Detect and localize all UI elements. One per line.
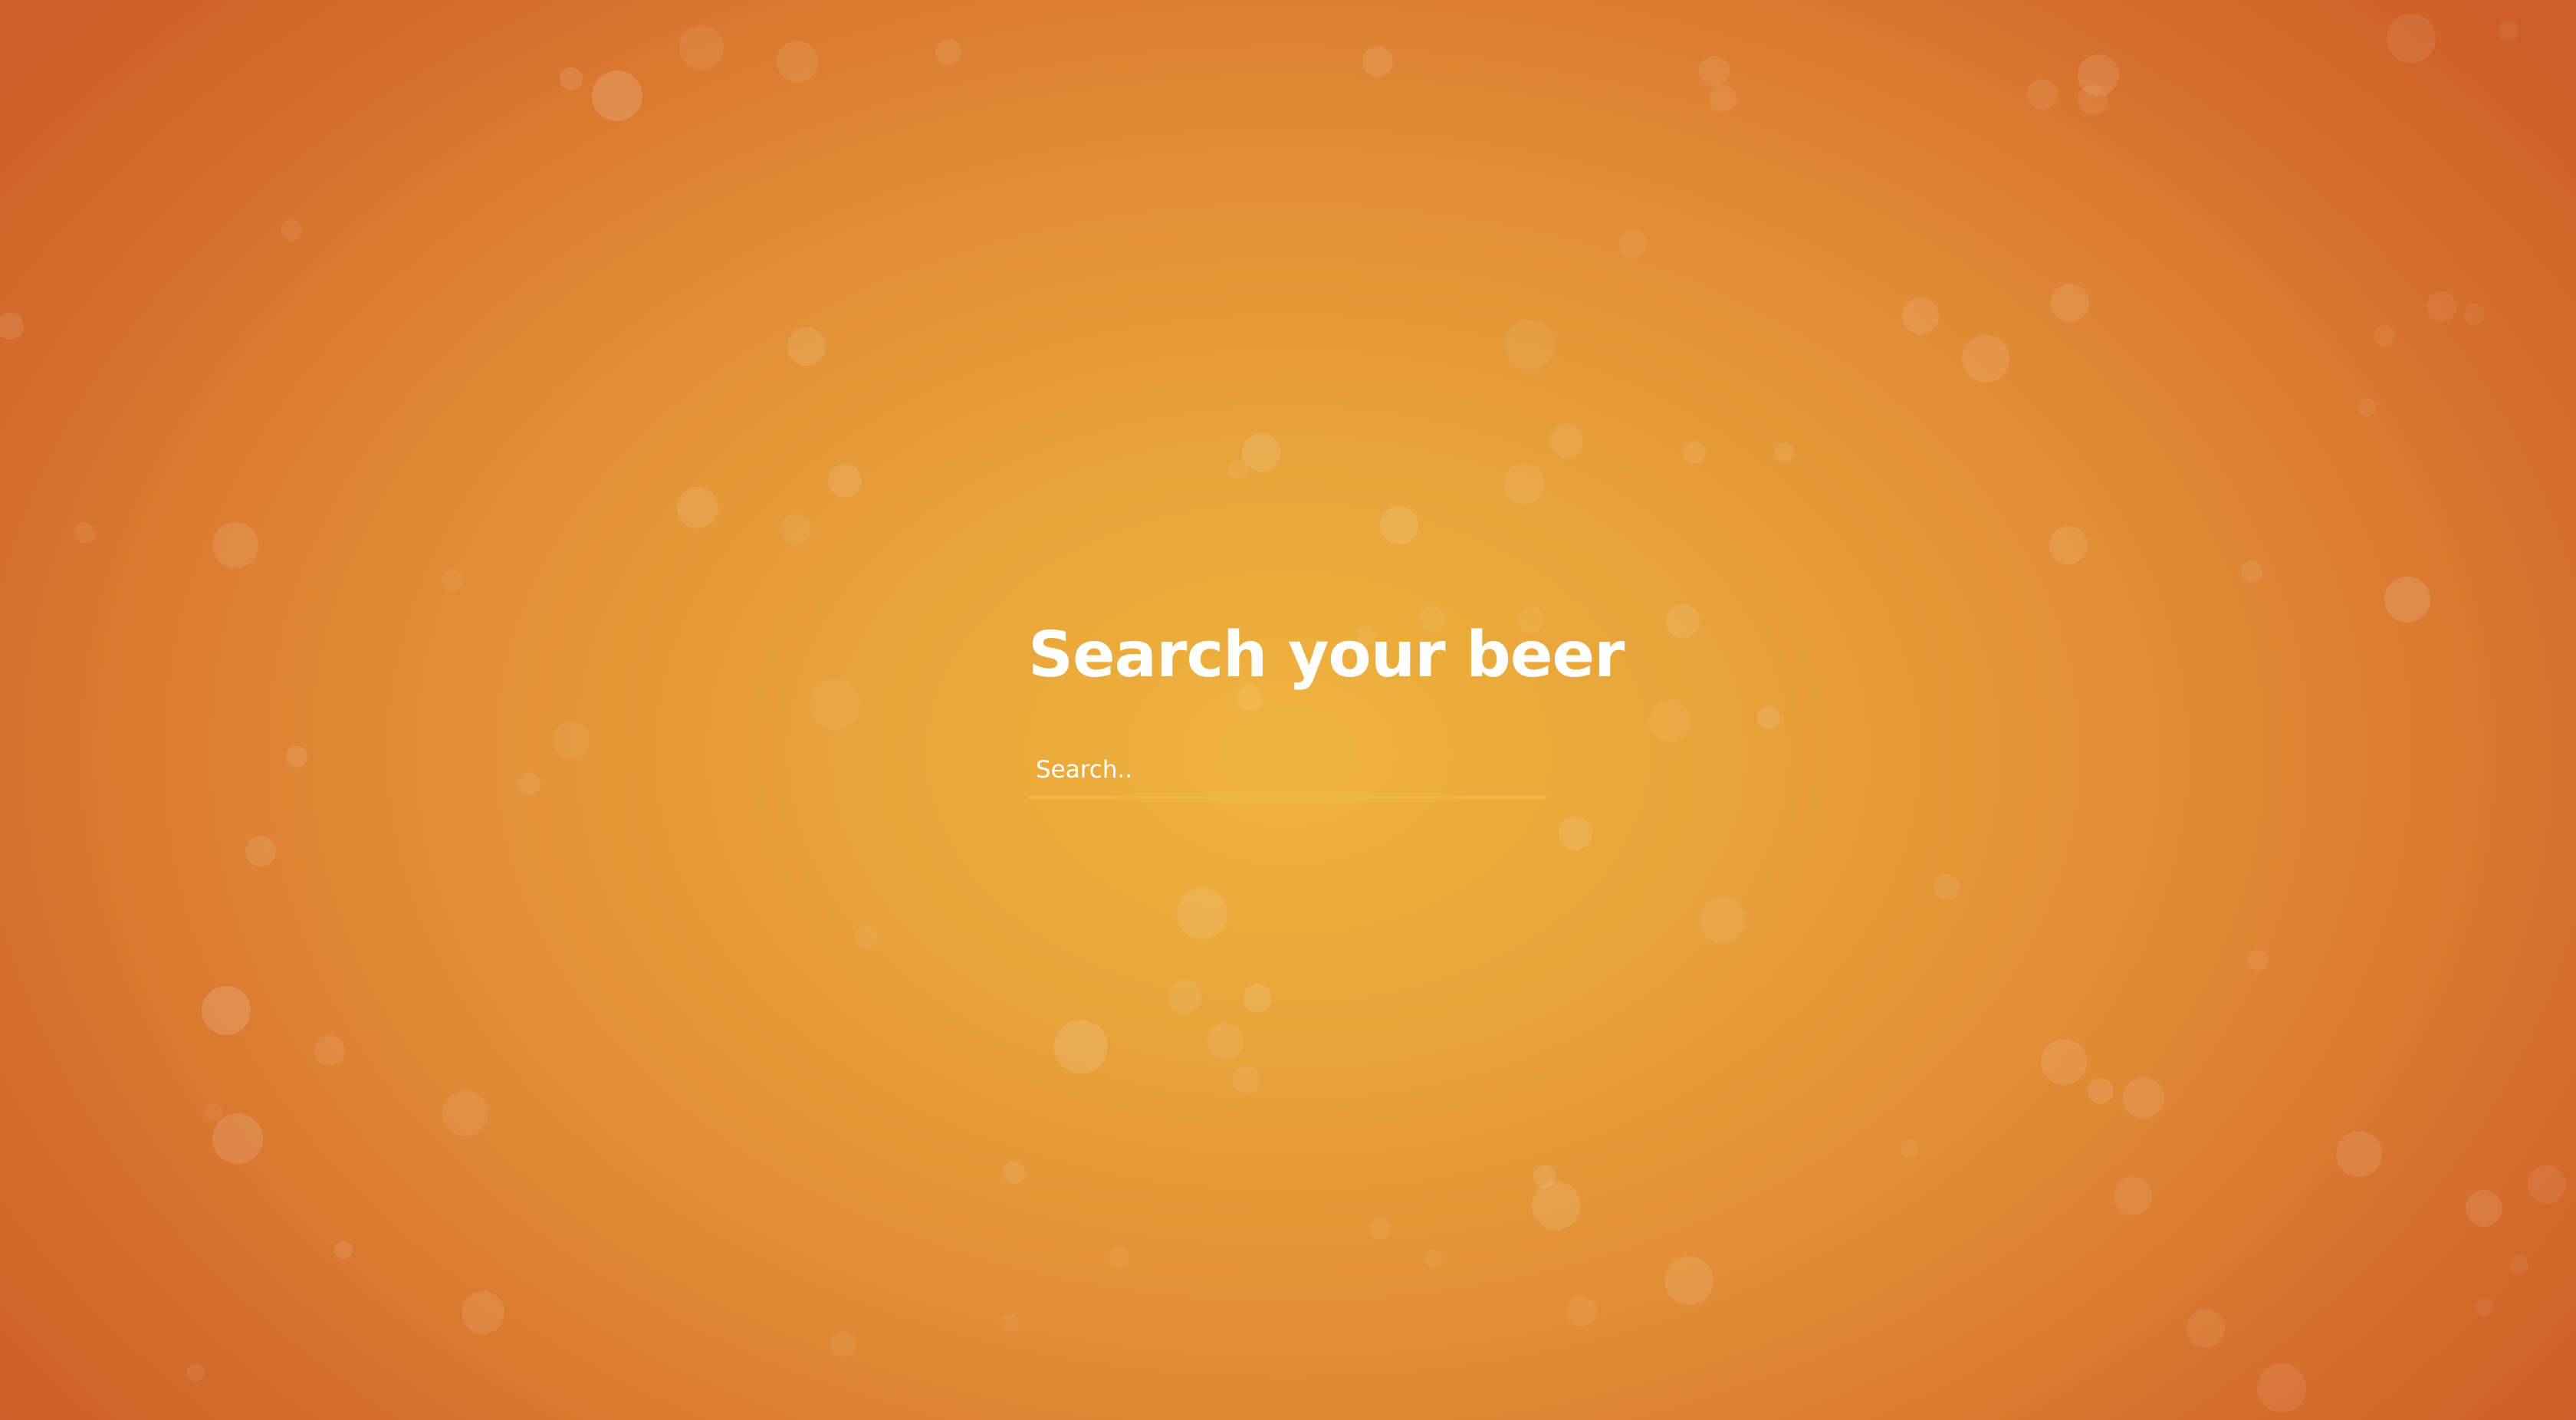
bubble — [2027, 79, 2058, 110]
bubble — [314, 1035, 345, 1066]
bubble — [1774, 442, 1794, 462]
bubble — [2187, 1310, 2225, 1348]
bubble — [2257, 1363, 2306, 1412]
bubble — [2247, 949, 2269, 971]
bubble — [855, 925, 878, 948]
bubble — [2387, 14, 2436, 63]
bubble — [204, 1103, 222, 1121]
bubble — [245, 836, 276, 866]
bubble — [1243, 984, 1272, 1013]
bubble — [1549, 424, 1583, 458]
bubble — [1533, 1165, 1556, 1188]
bubble — [462, 1291, 504, 1334]
bubble — [2049, 526, 2088, 564]
bubble — [810, 679, 861, 729]
bubble — [553, 722, 590, 758]
bubble — [1566, 1296, 1597, 1326]
bubble — [212, 1113, 263, 1164]
bubble — [518, 772, 540, 795]
bubble — [1902, 297, 1939, 334]
bubble — [1168, 980, 1201, 1014]
bubble — [334, 1241, 353, 1259]
bubble — [1683, 441, 1706, 464]
bubble — [1666, 604, 1700, 638]
bubble — [2241, 560, 2262, 582]
bubble — [828, 464, 862, 498]
bubble — [1699, 56, 1730, 87]
bubble — [679, 25, 724, 70]
bubble — [1559, 817, 1592, 850]
bubble — [1207, 1023, 1244, 1060]
bubble — [186, 1363, 205, 1382]
bubble — [2041, 1039, 2087, 1085]
bubble — [2358, 398, 2376, 416]
search-input[interactable] — [1028, 744, 1546, 796]
bubble — [2466, 1190, 2502, 1227]
bubble — [442, 1090, 488, 1136]
bubble — [2426, 291, 2457, 322]
bubble — [202, 986, 251, 1035]
bubble — [2374, 325, 2395, 347]
bubble — [1934, 874, 1960, 900]
bubble — [1649, 701, 1691, 742]
bubble — [1503, 463, 1545, 505]
bubble — [677, 487, 718, 528]
bubble — [2114, 1177, 2152, 1215]
bubble — [2123, 1077, 2164, 1119]
bubble — [2498, 20, 2519, 41]
bubble — [1424, 1250, 1443, 1268]
bubble — [2510, 1256, 2528, 1274]
bubble — [286, 746, 307, 768]
bubble — [0, 312, 24, 340]
bubble — [1532, 1181, 1581, 1230]
search-panel: Search your beer — [1028, 613, 1625, 799]
bubble — [560, 67, 583, 90]
bubble — [1054, 1020, 1108, 1073]
bubble — [2336, 1131, 2382, 1177]
bubble — [830, 1330, 856, 1356]
bubble — [1757, 706, 1780, 729]
bubble — [2088, 1078, 2114, 1104]
bubble — [777, 41, 818, 82]
bubble — [1504, 320, 1555, 370]
bubble — [2078, 84, 2108, 115]
search-field[interactable] — [1028, 744, 1546, 799]
bubble — [2475, 1298, 2493, 1316]
bubble — [1369, 1218, 1391, 1239]
bubble — [1002, 1162, 1025, 1185]
bubble — [1962, 335, 2009, 383]
bubble — [212, 522, 258, 568]
bubble — [592, 71, 642, 121]
bubble — [1177, 889, 1227, 939]
bubble — [2078, 54, 2119, 96]
bubble — [1362, 46, 1393, 77]
bubble — [1228, 459, 1248, 479]
bubble — [780, 514, 811, 544]
bubble — [2528, 1165, 2566, 1204]
bubble — [1900, 1139, 1918, 1158]
bubble — [442, 570, 463, 591]
bubble — [2463, 304, 2485, 325]
bubble — [1700, 897, 1746, 943]
bubble — [787, 327, 826, 366]
page-title: Search your beer — [1028, 619, 1625, 692]
bubble — [1001, 1313, 1019, 1332]
bubble — [1242, 433, 1280, 472]
bubble — [1380, 506, 1418, 544]
bubble — [1664, 1256, 1714, 1305]
bubble — [1232, 1066, 1260, 1093]
bubble — [74, 522, 95, 544]
bubble — [2051, 284, 2089, 322]
bubble — [2384, 577, 2430, 623]
bubble — [1109, 1247, 1130, 1268]
bubble — [1619, 230, 1647, 258]
bubble — [1709, 84, 1737, 112]
bubble — [281, 219, 302, 241]
bubble — [935, 39, 961, 65]
